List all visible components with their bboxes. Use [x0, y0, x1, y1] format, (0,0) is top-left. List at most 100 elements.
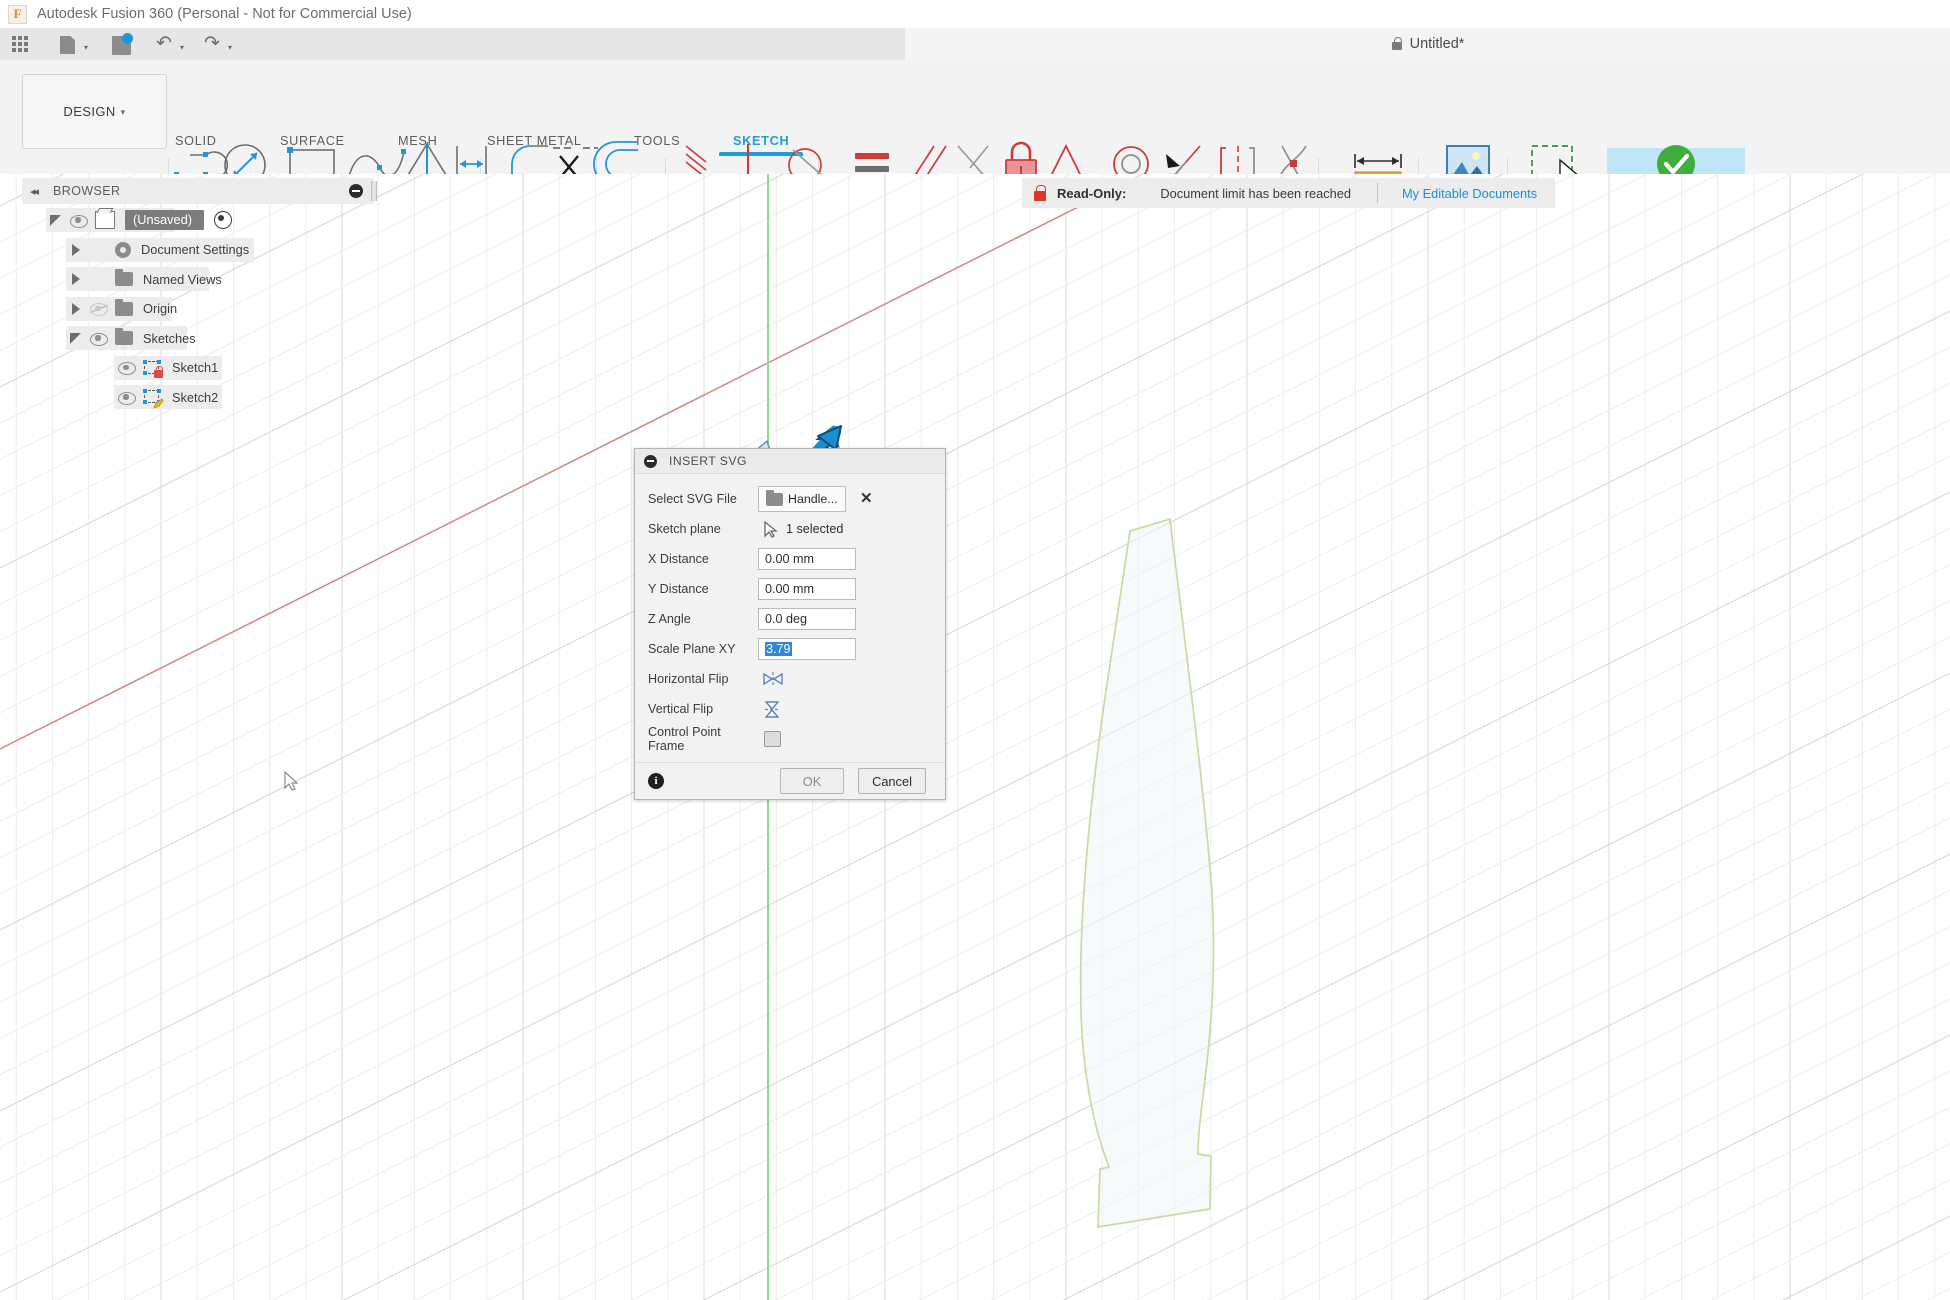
folder-icon	[115, 272, 133, 286]
dialog-body: Select SVG File Handle... ✕ Sketch plane…	[635, 474, 945, 762]
trim-scissors-icon	[553, 148, 598, 174]
inspect-measure-icon	[1355, 154, 1401, 174]
ribbon: DESIGN ▾ SOLID SURFACE MESH SHEET METAL TOOL…	[0, 60, 1950, 175]
ribbon-tab-solid[interactable]: SOLID	[175, 134, 217, 148]
tree-item-label: Origin	[143, 301, 177, 316]
line-icon	[174, 152, 227, 174]
scale-plane-xy-input[interactable]: 3.79	[758, 638, 856, 660]
fusion360-window: F Autodesk Fusion 360 (Personal - Not fo…	[0, 0, 1950, 1300]
ribbon-tab-surface[interactable]: SURFACE	[280, 134, 345, 148]
ribbon-tab-mesh[interactable]: MESH	[398, 134, 437, 148]
offset-icon	[594, 142, 638, 174]
info-icon[interactable]: i	[648, 773, 664, 789]
symmetry-constraint-icon	[1221, 146, 1254, 174]
visibility-eye-icon[interactable]	[118, 362, 134, 373]
tree-item-sketch2[interactable]: Sketch2	[22, 385, 218, 409]
insert-image-icon	[1447, 146, 1489, 174]
active-tab-underline	[719, 152, 803, 156]
dialog-footer: i OK Cancel	[635, 762, 945, 799]
tree-item-document-settings[interactable]: Document Settings	[22, 238, 249, 262]
tree-item-origin[interactable]: Origin	[22, 297, 177, 321]
x-distance-input[interactable]: 0.00 mm	[758, 548, 856, 570]
z-angle-input[interactable]: 0.0 deg	[758, 608, 856, 630]
expand-arrow-closed-icon[interactable]	[70, 303, 82, 315]
sketch-grid	[0, 174, 1950, 1300]
ribbon-tab-tools[interactable]: TOOLS	[634, 134, 680, 148]
workspace-switcher-button[interactable]: DESIGN ▾	[22, 74, 167, 149]
collapse-panel-icon[interactable]: ◂◂	[30, 185, 37, 198]
perpendicular-constraint-icon	[745, 144, 776, 174]
tree-item-label: (Unsaved)	[125, 210, 204, 230]
horizontal-vertical-constraint-icon	[958, 146, 988, 174]
app-logo-icon: F	[8, 5, 27, 24]
vertical-flip-icon[interactable]	[762, 700, 782, 718]
tree-item-label: Named Views	[143, 272, 222, 287]
ribbon-tab-sheet-metal[interactable]: SHEET METAL	[487, 134, 582, 148]
visibility-eye-icon[interactable]	[70, 215, 86, 226]
scale-plane-xy-value: 3.79	[765, 642, 792, 656]
new-document-caret-icon[interactable]: ▾	[84, 43, 88, 52]
fillet-icon	[512, 146, 548, 174]
circle-diameter-icon	[225, 145, 265, 174]
undo-caret-icon[interactable]: ▾	[180, 43, 184, 52]
visibility-eye-icon[interactable]	[90, 333, 106, 344]
read-only-message: Document limit has been reached	[1160, 186, 1351, 201]
undo-icon[interactable]: ↶	[156, 34, 178, 56]
tree-item-sketch1[interactable]: Sketch1	[22, 356, 218, 380]
tree-item-unsaved[interactable]: (Unsaved)	[22, 208, 232, 232]
component-cube-icon	[95, 211, 115, 229]
ok-button[interactable]: OK	[780, 768, 844, 794]
horizontal-flip-icon[interactable]	[762, 670, 782, 688]
fix-unfix-lock-icon	[1006, 143, 1036, 174]
document-name: Untitled*	[1410, 36, 1465, 52]
title-bar: F Autodesk Fusion 360 (Personal - Not fo…	[0, 0, 1950, 28]
expand-arrow-closed-icon[interactable]	[70, 273, 82, 285]
label-vertical-flip: Vertical Flip	[648, 702, 758, 716]
gear-icon	[115, 242, 131, 258]
browser-minimize-icon[interactable]	[349, 184, 363, 198]
field-x-distance: X Distance 0.00 mm	[635, 544, 945, 574]
visibility-eye-icon[interactable]	[118, 392, 134, 403]
tree-item-named-views[interactable]: Named Views	[22, 267, 222, 291]
label-scale-plane-xy: Scale Plane XY	[648, 642, 758, 656]
sketch-plane-selection-count[interactable]: 1 selected	[786, 522, 843, 536]
lock-icon	[1391, 37, 1403, 51]
label-control-point-frame: Control Point Frame	[648, 725, 758, 753]
field-y-distance: Y Distance 0.00 mm	[635, 574, 945, 604]
expand-arrow-open-icon[interactable]	[70, 332, 82, 344]
app-grid-icon[interactable]	[10, 33, 32, 55]
close-icon[interactable]: ✕	[860, 492, 873, 506]
cancel-button[interactable]: Cancel	[858, 768, 926, 794]
insert-svg-dialog: INSERT SVG Select SVG File Handle... ✕ S…	[634, 448, 946, 800]
document-title-area: Untitled*	[905, 28, 1950, 60]
dialog-title: INSERT SVG	[669, 454, 747, 468]
expand-arrow-open-icon[interactable]	[50, 214, 62, 226]
save-icon[interactable]	[112, 33, 134, 55]
redo-caret-icon[interactable]: ▾	[228, 43, 232, 52]
lock-icon	[1033, 185, 1047, 201]
visibility-eye-icon[interactable]	[90, 303, 106, 314]
redo-icon[interactable]: ↷	[204, 34, 226, 56]
quick-access-toolbar: ▾ ↶ ▾ ↷ ▾ Untitled*	[0, 28, 1950, 60]
my-editable-documents-link[interactable]: My Editable Documents	[1402, 186, 1537, 201]
mouse-pointer-marker	[285, 772, 297, 790]
minus-circle-icon[interactable]	[644, 455, 657, 468]
select-window-icon	[1532, 146, 1580, 174]
activate-component-icon[interactable]	[214, 211, 232, 229]
new-document-icon[interactable]	[60, 33, 82, 55]
panel-resize-handle[interactable]	[371, 181, 377, 201]
sketch-editing-icon	[143, 389, 162, 405]
folder-icon	[115, 331, 133, 345]
expand-arrow-closed-icon[interactable]	[70, 244, 82, 256]
ribbon-tab-sketch[interactable]: SKETCH	[733, 134, 789, 148]
control-point-frame-checkbox[interactable]	[764, 731, 781, 747]
label-x-distance: X Distance	[648, 552, 758, 566]
select-svg-file-button[interactable]: Handle...	[758, 486, 846, 512]
label-z-angle: Z Angle	[648, 612, 758, 626]
tree-item-sketches[interactable]: Sketches	[22, 326, 196, 350]
folder-icon	[115, 302, 133, 316]
equal-constraint-icon	[855, 153, 889, 172]
read-only-notification: Read-Only: Document limit has been reach…	[1022, 178, 1555, 208]
3d-canvas[interactable]: ◂◂ BROWSER (Unsaved)Document SettingsNam…	[0, 174, 1950, 1300]
y-distance-input[interactable]: 0.00 mm	[758, 578, 856, 600]
